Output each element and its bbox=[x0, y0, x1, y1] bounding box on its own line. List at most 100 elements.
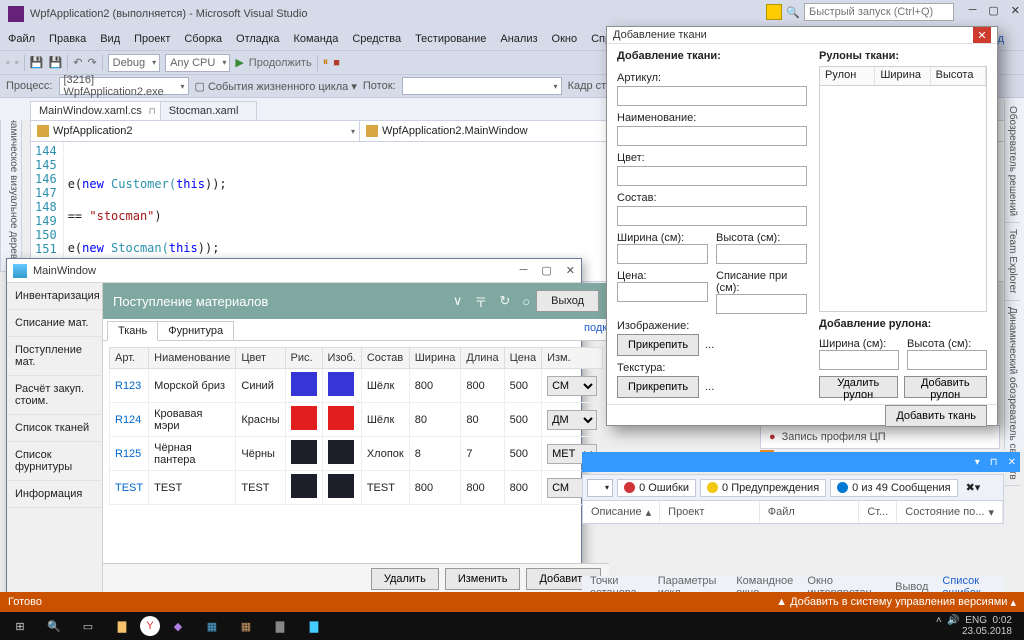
col-art[interactable]: Арт. bbox=[110, 348, 149, 369]
delete-roll-button[interactable]: Удалить рулон bbox=[819, 376, 898, 398]
col-w[interactable]: Ширина bbox=[409, 348, 461, 369]
thread-combo[interactable] bbox=[402, 77, 562, 95]
filter-icon[interactable]: ✖▾ bbox=[966, 481, 981, 494]
rollcol-h[interactable]: Высота bbox=[931, 67, 986, 85]
tray-clock[interactable]: ˄ 🔊 ENG 0:0223.05.2018 bbox=[936, 615, 1020, 637]
rollcol-roll[interactable]: Рулон bbox=[820, 67, 875, 85]
app-close-icon[interactable]: ✕ bbox=[566, 264, 575, 277]
scope-combo[interactable] bbox=[587, 479, 613, 497]
side-info[interactable]: Информация bbox=[7, 481, 102, 508]
dock-team[interactable]: Team Explorer bbox=[1005, 223, 1020, 300]
side-incoming[interactable]: Поступление мат. bbox=[7, 337, 102, 376]
input-price[interactable] bbox=[617, 282, 708, 302]
menu-analyze[interactable]: Анализ bbox=[500, 33, 537, 45]
status-right[interactable]: Добавить в систему управления версиями bbox=[790, 596, 1007, 608]
table-row[interactable]: R124Кровавая мэриКрасныШёлк8080500ДМ bbox=[110, 403, 603, 437]
header-glyph-2-icon[interactable]: 〒 bbox=[474, 292, 487, 311]
side-writeoff[interactable]: Списание мат. bbox=[7, 310, 102, 337]
input-w[interactable] bbox=[617, 244, 708, 264]
notify-flag-icon[interactable] bbox=[766, 4, 782, 20]
tb-search-icon[interactable]: 🔍 bbox=[38, 614, 70, 638]
attach-image-button[interactable]: Прикрепить bbox=[617, 334, 699, 356]
unit-select[interactable]: СМ bbox=[547, 376, 597, 396]
platform-combo[interactable]: Any CPU bbox=[165, 54, 230, 72]
menu-team[interactable]: Команда bbox=[294, 33, 339, 45]
tb-app2-icon[interactable]: ▦ bbox=[230, 614, 262, 638]
side-inventory[interactable]: Инвентаризация bbox=[7, 283, 102, 310]
tb-app3-icon[interactable]: ▇ bbox=[264, 614, 296, 638]
materials-grid[interactable]: Арт. Ниаменование Цвет Рис. Изоб. Состав… bbox=[103, 341, 609, 563]
col-comp[interactable]: Состав bbox=[361, 348, 409, 369]
menu-file[interactable]: Файл bbox=[8, 33, 35, 45]
table-row[interactable]: R125Чёрная пантераЧёрныХлопок87500МЕТ bbox=[110, 437, 603, 471]
col-unit[interactable]: Изм. bbox=[542, 348, 603, 369]
record-icon[interactable]: ● bbox=[769, 431, 776, 443]
lifecycle-label[interactable]: ▢ События жизненного цикла ▾ bbox=[195, 80, 357, 93]
input-color[interactable] bbox=[617, 166, 807, 186]
menu-window[interactable]: Окно bbox=[552, 33, 578, 45]
col-l[interactable]: Длина bbox=[461, 348, 504, 369]
process-combo[interactable]: [3216] WpfApplication2.exe bbox=[59, 77, 189, 95]
tb-app1-icon[interactable]: ▦ bbox=[196, 614, 228, 638]
nav-fwd-icon[interactable]: ◦ bbox=[15, 57, 19, 69]
col-color[interactable]: Цвет bbox=[236, 348, 285, 369]
header-glyph-4-icon[interactable]: ○ bbox=[522, 294, 530, 309]
redo-icon[interactable]: ↷ bbox=[87, 56, 96, 69]
menu-view[interactable]: Вид bbox=[100, 33, 120, 45]
rolls-list[interactable] bbox=[819, 86, 987, 312]
save-icon[interactable]: 💾 bbox=[30, 56, 44, 69]
errors-pill[interactable]: 0 Ошибки bbox=[617, 479, 696, 497]
input-comp[interactable] bbox=[617, 206, 807, 226]
windows-taskbar[interactable]: ⊞ 🔍 ▭ ▇ Y ◆ ▦ ▦ ▇ ▇ ˄ 🔊 ENG 0:0223.05.20… bbox=[0, 612, 1024, 640]
tb-explorer-icon[interactable]: ▇ bbox=[106, 614, 138, 638]
saveall-icon[interactable]: 💾 bbox=[49, 56, 63, 69]
input-h[interactable] bbox=[716, 244, 807, 264]
tb-browser-icon[interactable]: Y bbox=[140, 616, 160, 636]
table-row[interactable]: TESTTESTTESTTEST800800800СМ bbox=[110, 471, 603, 505]
menu-build[interactable]: Сборка bbox=[184, 33, 222, 45]
tb-taskview-icon[interactable]: ▭ bbox=[72, 614, 104, 638]
side-fabrics[interactable]: Список тканей bbox=[7, 415, 102, 442]
play-icon[interactable]: ▶ bbox=[235, 56, 243, 69]
quicklaunch-input[interactable] bbox=[804, 3, 954, 21]
edit-button[interactable]: Изменить bbox=[445, 568, 521, 590]
warnings-pill[interactable]: 0 Предупреждения bbox=[700, 479, 826, 497]
messages-pill[interactable]: 0 из 49 Сообщения bbox=[830, 479, 957, 497]
dialog-titlebar[interactable]: Добавление ткани ✕ bbox=[607, 27, 997, 44]
start-icon[interactable]: ⊞ bbox=[4, 614, 36, 638]
side-calc[interactable]: Расчёт закуп. стоим. bbox=[7, 376, 102, 415]
menu-edit[interactable]: Правка bbox=[49, 33, 86, 45]
input-art[interactable] bbox=[617, 86, 807, 106]
publish-icon[interactable]: ▲ bbox=[776, 596, 787, 608]
toolwindow-header[interactable]: ▾⊓✕ bbox=[582, 452, 1020, 472]
config-combo[interactable]: Debug bbox=[108, 54, 160, 72]
stop-icon[interactable]: ■ bbox=[333, 57, 340, 69]
attach-texture-button[interactable]: Прикрепить bbox=[617, 376, 699, 398]
input-write[interactable] bbox=[716, 294, 807, 314]
col-name[interactable]: Ниаменование bbox=[149, 348, 236, 369]
menu-test[interactable]: Тестирование bbox=[415, 33, 486, 45]
menu-debug[interactable]: Отладка bbox=[236, 33, 279, 45]
menu-tools[interactable]: Средства bbox=[352, 33, 401, 45]
side-tool-tab[interactable]: Динамическое визуальное дерево bbox=[0, 98, 22, 272]
unit-select[interactable]: ДМ bbox=[547, 410, 597, 430]
col-pic[interactable]: Рис. bbox=[285, 348, 322, 369]
table-row[interactable]: R123Морской бризСинийШёлк800800500СМ bbox=[110, 369, 603, 403]
add-roll-button[interactable]: Добавить рулон bbox=[904, 376, 988, 398]
run-button[interactable]: Продолжить bbox=[249, 57, 312, 69]
input-roll-w[interactable] bbox=[819, 350, 899, 370]
tb-app4-icon[interactable]: ▇ bbox=[298, 614, 330, 638]
exit-button[interactable]: Выход bbox=[536, 290, 599, 312]
col-img[interactable]: Изоб. bbox=[322, 348, 361, 369]
pause-icon[interactable]: ⏸ bbox=[323, 56, 329, 69]
tab-mainwindow-cs[interactable]: MainWindow.xaml.cs⊓ bbox=[30, 101, 161, 120]
header-glyph-3-icon[interactable]: ↻ bbox=[499, 293, 510, 309]
add-fabric-button[interactable]: Добавить ткань bbox=[885, 405, 987, 427]
tab-furniture[interactable]: Фурнитура bbox=[157, 321, 234, 340]
undo-icon[interactable]: ↶ bbox=[73, 56, 82, 69]
error-list-grid[interactable]: Описание ▴ Проект Файл Ст... Состояние п… bbox=[582, 500, 1004, 524]
header-glyph-1-icon[interactable]: ∨ bbox=[453, 293, 463, 309]
app-min-icon[interactable]: ─ bbox=[520, 264, 528, 277]
menu-project[interactable]: Проект bbox=[134, 33, 170, 45]
tab-fabric[interactable]: Ткань bbox=[107, 321, 158, 341]
